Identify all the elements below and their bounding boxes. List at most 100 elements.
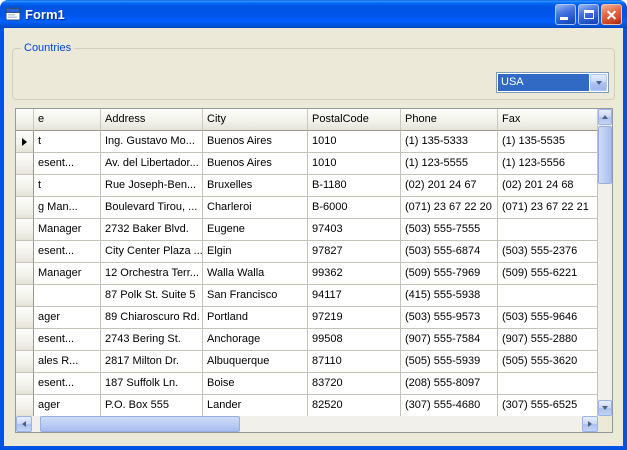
grid-cell[interactable]: (071) 23 67 22 20 <box>401 197 498 219</box>
grid-cell[interactable]: San Francisco <box>203 285 308 307</box>
grid-cell[interactable]: t <box>34 175 101 197</box>
row-header[interactable] <box>16 219 34 241</box>
row-header[interactable] <box>16 131 34 153</box>
column-header-e[interactable]: e <box>34 109 101 131</box>
grid-cell[interactable]: (071) 23 67 22 21 <box>498 197 598 219</box>
scroll-left-button[interactable] <box>16 416 32 432</box>
grid-cell[interactable]: (02) 201 24 68 <box>498 175 598 197</box>
grid-cell[interactable]: 97219 <box>308 307 401 329</box>
grid-cell[interactable]: (505) 555-5939 <box>401 351 498 373</box>
grid-cell[interactable]: Rue Joseph-Ben... <box>101 175 203 197</box>
grid-cell[interactable] <box>34 285 101 307</box>
grid-cell[interactable]: (907) 555-2880 <box>498 329 598 351</box>
grid-cell[interactable]: (503) 555-2376 <box>498 241 598 263</box>
grid-cell[interactable]: Buenos Aires <box>203 153 308 175</box>
grid-cell[interactable]: g Man... <box>34 197 101 219</box>
country-combobox[interactable]: USA <box>496 72 609 93</box>
horizontal-scrollbar[interactable] <box>16 416 598 432</box>
grid-cell[interactable]: (907) 555-7584 <box>401 329 498 351</box>
grid-cell[interactable]: Boulevard Tirou, ... <box>101 197 203 219</box>
grid-cell[interactable]: (1) 135-5333 <box>401 131 498 153</box>
grid-cell[interactable]: Manager <box>34 219 101 241</box>
grid-cell[interactable]: 89 Chiaroscuro Rd. <box>101 307 203 329</box>
row-header[interactable] <box>16 175 34 197</box>
row-header[interactable] <box>16 351 34 373</box>
grid-cell[interactable] <box>498 373 598 395</box>
grid-cell[interactable]: 97827 <box>308 241 401 263</box>
minimize-button[interactable] <box>555 3 576 25</box>
grid-cell[interactable]: B-1180 <box>308 175 401 197</box>
horizontal-scrollbar-thumb[interactable] <box>40 416 240 432</box>
row-header[interactable] <box>16 241 34 263</box>
grid-cell[interactable]: 87110 <box>308 351 401 373</box>
grid-cell[interactable]: 94117 <box>308 285 401 307</box>
grid-cell[interactable]: (208) 555-8097 <box>401 373 498 395</box>
grid-cell[interactable]: esent... <box>34 153 101 175</box>
grid-cell[interactable]: 97403 <box>308 219 401 241</box>
grid-cell[interactable]: t <box>34 131 101 153</box>
grid-cell[interactable]: Manager <box>34 263 101 285</box>
titlebar[interactable]: Form1 <box>0 0 627 28</box>
grid-cell[interactable]: Ing. Gustavo Mo... <box>101 131 203 153</box>
grid-cell[interactable]: esent... <box>34 329 101 351</box>
scroll-down-button[interactable] <box>598 400 612 416</box>
grid-cell[interactable]: (415) 555-5938 <box>401 285 498 307</box>
row-header[interactable] <box>16 307 34 329</box>
column-header-address[interactable]: Address <box>101 109 203 131</box>
grid-cell[interactable]: 1010 <box>308 153 401 175</box>
grid-cell[interactable]: (1) 123-5556 <box>498 153 598 175</box>
grid-cell[interactable]: 12 Orchestra Terr... <box>101 263 203 285</box>
grid-cell[interactable]: Boise <box>203 373 308 395</box>
grid-cell[interactable]: (509) 555-7969 <box>401 263 498 285</box>
grid-cell[interactable]: (307) 555-4680 <box>401 395 498 416</box>
grid-cell[interactable]: Lander <box>203 395 308 416</box>
grid-cell[interactable]: 99362 <box>308 263 401 285</box>
grid-cell[interactable]: 82520 <box>308 395 401 416</box>
close-button[interactable] <box>601 3 622 25</box>
scroll-right-button[interactable] <box>582 416 598 432</box>
grid-cell[interactable]: 99508 <box>308 329 401 351</box>
grid-cell[interactable]: 2743 Bering St. <box>101 329 203 351</box>
grid-cell[interactable] <box>498 285 598 307</box>
grid-cell[interactable]: B-6000 <box>308 197 401 219</box>
grid-cell[interactable]: (505) 555-3620 <box>498 351 598 373</box>
grid-cell[interactable]: (503) 555-7555 <box>401 219 498 241</box>
grid-cell[interactable]: 2732 Baker Blvd. <box>101 219 203 241</box>
grid-cell[interactable]: 87 Polk St. Suite 5 <box>101 285 203 307</box>
grid-cell[interactable]: (503) 555-6874 <box>401 241 498 263</box>
grid-corner-header[interactable] <box>16 109 34 131</box>
grid-cell[interactable]: P.O. Box 555 <box>101 395 203 416</box>
row-header[interactable] <box>16 373 34 395</box>
scroll-up-button[interactable] <box>598 109 612 125</box>
row-header[interactable] <box>16 329 34 351</box>
grid-cell[interactable]: 2817 Milton Dr. <box>101 351 203 373</box>
grid-cell[interactable]: (509) 555-6221 <box>498 263 598 285</box>
grid-cell[interactable]: Charleroi <box>203 197 308 219</box>
maximize-button[interactable] <box>578 3 599 25</box>
country-combobox-dropdown-button[interactable] <box>590 74 607 91</box>
row-header[interactable] <box>16 197 34 219</box>
row-header[interactable] <box>16 153 34 175</box>
grid-cell[interactable]: Buenos Aires <box>203 131 308 153</box>
grid-cell[interactable]: Elgin <box>203 241 308 263</box>
row-header[interactable] <box>16 395 34 416</box>
row-header[interactable] <box>16 263 34 285</box>
grid-cell[interactable]: Eugene <box>203 219 308 241</box>
grid-cell[interactable]: Walla Walla <box>203 263 308 285</box>
grid-cell[interactable]: Av. del Libertador... <box>101 153 203 175</box>
vertical-scrollbar[interactable] <box>598 109 612 416</box>
grid-cell[interactable]: 1010 <box>308 131 401 153</box>
column-header-city[interactable]: City <box>203 109 308 131</box>
grid-cell[interactable]: (503) 555-9646 <box>498 307 598 329</box>
grid-cell[interactable]: esent... <box>34 373 101 395</box>
column-header-postalcode[interactable]: PostalCode <box>308 109 401 131</box>
column-header-phone[interactable]: Phone <box>401 109 498 131</box>
row-header[interactable] <box>16 285 34 307</box>
grid-cell[interactable]: (307) 555-6525 <box>498 395 598 416</box>
grid-cell[interactable]: (1) 135-5535 <box>498 131 598 153</box>
vertical-scrollbar-thumb[interactable] <box>598 126 612 184</box>
grid-cell[interactable]: (503) 555-9573 <box>401 307 498 329</box>
grid-cell[interactable]: Anchorage <box>203 329 308 351</box>
grid-cell[interactable]: Albuquerque <box>203 351 308 373</box>
grid-cell[interactable]: Bruxelles <box>203 175 308 197</box>
